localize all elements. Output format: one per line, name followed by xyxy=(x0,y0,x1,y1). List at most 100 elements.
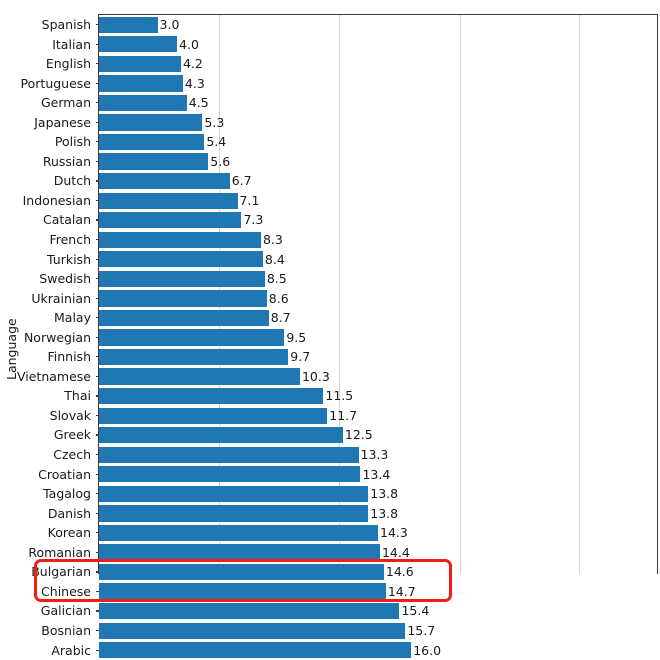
y-tick-label-galician: Galician xyxy=(41,601,99,621)
y-tick-label-korean: Korean xyxy=(48,523,99,543)
bar-russian xyxy=(99,153,208,169)
bar-row: Vietnamese10.3 xyxy=(99,367,657,387)
y-tick-label-polish: Polish xyxy=(55,132,99,152)
y-tick-label-portuguese: Portuguese xyxy=(21,74,99,94)
y-tick-label-croatian: Croatian xyxy=(38,465,99,485)
bar-vietnamese xyxy=(99,368,300,384)
bar-arabic xyxy=(99,642,411,658)
bar-row: Thai11.5 xyxy=(99,386,657,406)
bar-value-label: 14.6 xyxy=(386,563,414,580)
bar-row: Slovak11.7 xyxy=(99,406,657,426)
bar-row: Romanian14.4 xyxy=(99,543,657,563)
bar-row: Dutch6.7 xyxy=(99,171,657,191)
bar-row: Finnish9.7 xyxy=(99,347,657,367)
bar-row: Croatian13.4 xyxy=(99,465,657,485)
bar-value-label: 8.6 xyxy=(269,290,289,307)
y-tick-label-indonesian: Indonesian xyxy=(23,191,99,211)
bar-dutch xyxy=(99,173,230,189)
bar-row: Tagalog13.8 xyxy=(99,484,657,504)
y-tick-label-czech: Czech xyxy=(53,445,99,465)
bar-row: French8.3 xyxy=(99,230,657,250)
bar-value-label: 11.7 xyxy=(329,407,357,424)
bar-bosnian xyxy=(99,623,405,639)
bar-value-label: 8.3 xyxy=(263,231,283,248)
bar-row: Russian5.6 xyxy=(99,152,657,172)
y-tick-label-thai: Thai xyxy=(64,386,99,406)
y-tick-label-french: French xyxy=(49,230,99,250)
bar-row: Korean14.3 xyxy=(99,523,657,543)
bar-indonesian xyxy=(99,193,238,209)
bar-row: Norwegian9.5 xyxy=(99,328,657,348)
bar-value-label: 4.0 xyxy=(179,36,199,53)
y-tick-label-slovak: Slovak xyxy=(50,406,99,426)
bar-chart-figure: Language Spanish3.0Italian4.0English4.2P… xyxy=(0,0,660,503)
bar-value-label: 13.8 xyxy=(370,485,398,502)
y-tick-label-russian: Russian xyxy=(43,152,99,172)
bar-norwegian xyxy=(99,329,284,345)
y-tick-label-greek: Greek xyxy=(54,425,99,445)
bar-row: Turkish8.4 xyxy=(99,250,657,270)
bar-row: Swedish8.5 xyxy=(99,269,657,289)
bar-value-label: 8.7 xyxy=(271,309,291,326)
bar-row: Bulgarian14.6 xyxy=(99,562,657,582)
y-tick-label-catalan: Catalan xyxy=(43,210,99,230)
bar-row: Polish5.4 xyxy=(99,132,657,152)
bar-value-label: 10.3 xyxy=(302,368,330,385)
bar-value-label: 5.3 xyxy=(204,114,224,131)
bar-catalan xyxy=(99,212,241,228)
y-tick-label-bosnian: Bosnian xyxy=(41,621,99,641)
bar-greek xyxy=(99,427,343,443)
bar-row: Chinese14.7 xyxy=(99,582,657,602)
bar-value-label: 7.3 xyxy=(243,211,263,228)
bar-english xyxy=(99,56,181,72)
y-tick-label-spanish: Spanish xyxy=(42,15,99,35)
y-tick-label-ukrainian: Ukrainian xyxy=(31,289,99,309)
bar-row: Catalan7.3 xyxy=(99,210,657,230)
bar-danish xyxy=(99,505,368,521)
bar-french xyxy=(99,232,261,248)
bar-bulgarian xyxy=(99,564,384,580)
y-tick-label-tagalog: Tagalog xyxy=(43,484,99,504)
y-tick-label-arabic: Arabic xyxy=(51,641,99,660)
bar-value-label: 4.3 xyxy=(185,75,205,92)
bar-value-label: 14.4 xyxy=(382,544,410,561)
bar-thai xyxy=(99,388,323,404)
bar-swedish xyxy=(99,271,265,287)
bar-row: Arabic16.0 xyxy=(99,641,657,660)
bar-row: Galician15.4 xyxy=(99,601,657,621)
bar-value-label: 12.5 xyxy=(345,426,373,443)
y-tick-label-dutch: Dutch xyxy=(54,171,99,191)
bar-value-label: 9.5 xyxy=(286,329,306,346)
y-tick-label-english: English xyxy=(46,54,99,74)
bar-value-label: 16.0 xyxy=(413,642,441,659)
bar-rows: Spanish3.0Italian4.0English4.2Portuguese… xyxy=(99,15,657,660)
bar-row: Greek12.5 xyxy=(99,425,657,445)
bar-ukrainian xyxy=(99,290,267,306)
bar-tagalog xyxy=(99,486,368,502)
bar-value-label: 8.5 xyxy=(267,270,287,287)
bar-row: Malay8.7 xyxy=(99,308,657,328)
bar-finnish xyxy=(99,349,288,365)
bar-spanish xyxy=(99,17,158,33)
plot-area: Spanish3.0Italian4.0English4.2Portuguese… xyxy=(98,14,658,574)
bar-value-label: 13.4 xyxy=(362,466,390,483)
y-tick-label-danish: Danish xyxy=(48,504,99,524)
bar-row: Italian4.0 xyxy=(99,35,657,55)
bar-value-label: 4.5 xyxy=(189,94,209,111)
y-tick-label-japanese: Japanese xyxy=(34,113,99,133)
bar-value-label: 5.6 xyxy=(210,153,230,170)
bar-value-label: 15.7 xyxy=(407,622,435,639)
bar-row: German4.5 xyxy=(99,93,657,113)
bar-row: Spanish3.0 xyxy=(99,15,657,35)
bar-galician xyxy=(99,603,399,619)
y-tick-label-italian: Italian xyxy=(52,35,99,55)
bar-row: Indonesian7.1 xyxy=(99,191,657,211)
bar-value-label: 13.8 xyxy=(370,505,398,522)
bar-value-label: 14.7 xyxy=(388,583,416,600)
bar-czech xyxy=(99,447,359,463)
bar-german xyxy=(99,95,187,111)
y-tick-label-romanian: Romanian xyxy=(28,543,99,563)
bar-row: English4.2 xyxy=(99,54,657,74)
y-tick-label-malay: Malay xyxy=(54,308,99,328)
bar-value-label: 8.4 xyxy=(265,251,285,268)
